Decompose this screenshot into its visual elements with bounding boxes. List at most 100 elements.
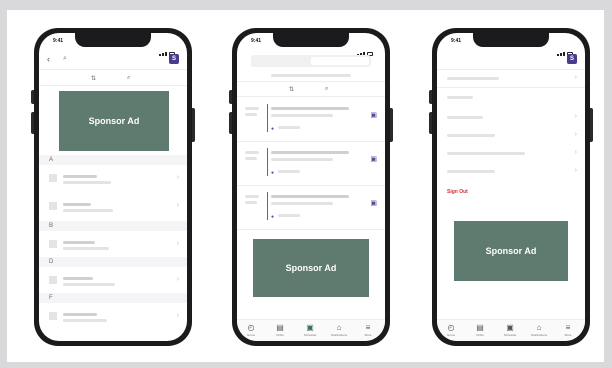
event-item[interactable]: ● ▣: [237, 101, 385, 139]
sign-out-link[interactable]: Sign Out: [447, 189, 468, 195]
placeholder-line: [63, 247, 109, 250]
phone-mute-switch: [229, 90, 232, 104]
chevron-left-icon[interactable]: ‹: [47, 53, 50, 65]
chevron-right-icon: ›: [176, 174, 179, 181]
thumbnail: [49, 202, 57, 210]
chevron-right-icon[interactable]: ›: [575, 167, 577, 174]
thumbnail: [49, 174, 57, 182]
list-item[interactable]: ›: [39, 305, 187, 329]
search-icon[interactable]: ⌕: [127, 75, 130, 82]
profile-avatar[interactable]: S: [169, 54, 179, 64]
nav-more[interactable]: ≡ More: [556, 323, 580, 337]
nav-home[interactable]: ◴ Home: [439, 323, 463, 337]
menu-icon: ≡: [365, 323, 371, 332]
placeholder-line: [245, 113, 257, 116]
section-header: F: [39, 293, 187, 303]
menu-icon: ≡: [565, 323, 571, 332]
location-pin-icon: ●: [271, 170, 275, 176]
screen: 9:41 S › › › › › Sign Out Sponsor Ad ◴ Ho…: [437, 33, 585, 341]
event-rail: [267, 148, 268, 176]
canvas: 9:41 ‹ ⌕ S ⇅ ⌕ Sponsor Ad A › › B › D › …: [7, 10, 604, 362]
nav-clubs[interactable]: ▤ Clubs: [468, 323, 492, 337]
nav-more[interactable]: ≡ More: [356, 323, 380, 337]
sort-icon[interactable]: ⇅: [91, 75, 96, 82]
phone-volume-up: [31, 112, 34, 134]
nav-notifications[interactable]: ⌂ Notifications: [527, 323, 551, 337]
placeholder-line: [271, 158, 333, 161]
nav-home[interactable]: ◴ Home: [239, 323, 263, 337]
list-item[interactable]: ›: [39, 233, 187, 257]
nav-clubs[interactable]: ▤ Clubs: [268, 323, 292, 337]
placeholder-line: [271, 114, 333, 117]
status-time: 9:41: [451, 38, 462, 44]
placeholder-line: [271, 195, 349, 198]
sponsor-ad[interactable]: Sponsor Ad: [59, 91, 169, 151]
chevron-right-icon: ›: [176, 276, 179, 283]
signal-battery-icon: [159, 38, 175, 56]
list-item[interactable]: ›: [39, 269, 187, 293]
notch: [473, 33, 549, 47]
chevron-right-icon: ›: [176, 240, 179, 247]
nav-label: Schedule: [503, 333, 517, 337]
placeholder-line: [63, 277, 93, 280]
phone-volume-up: [429, 112, 432, 134]
nav-schedule[interactable]: ▣ Schedule: [298, 323, 322, 337]
phone-directory: 9:41 ‹ ⌕ S ⇅ ⌕ Sponsor Ad A › › B › D › …: [31, 28, 195, 346]
nav-schedule[interactable]: ▣ Schedule: [498, 323, 522, 337]
profile-avatar[interactable]: S: [567, 54, 577, 64]
chevron-right-icon[interactable]: ›: [575, 74, 577, 81]
placeholder-line: [271, 107, 349, 110]
tab-active[interactable]: [311, 57, 369, 65]
calendar-icon[interactable]: ▣: [370, 111, 377, 119]
segmented-tabs[interactable]: [251, 55, 371, 67]
bottom-nav: ◴ Home ▤ Clubs ▣ Schedule ⌂ Notifications ≡ M…: [237, 319, 385, 341]
sort-icon[interactable]: ⇅: [289, 86, 294, 93]
chevron-right-icon[interactable]: ›: [575, 113, 577, 120]
event-item[interactable]: ● ▣: [237, 145, 385, 183]
calendar-icon[interactable]: ▣: [370, 155, 377, 163]
sponsor-ad[interactable]: Sponsor Ad: [454, 221, 568, 281]
location-pin-icon: ●: [271, 214, 275, 220]
divider: [437, 87, 585, 88]
phone-more: 9:41 S › › › › › Sign Out Sponsor Ad ◴ Ho…: [429, 28, 593, 346]
placeholder-line: [245, 157, 257, 160]
chevron-right-icon[interactable]: ›: [575, 131, 577, 138]
sponsor-ad[interactable]: Sponsor Ad: [253, 239, 369, 297]
nav-notifications[interactable]: ⌂ Notifications: [327, 323, 351, 337]
placeholder-line: [271, 74, 351, 77]
status-time: 9:41: [251, 38, 262, 44]
thumbnail: [49, 276, 57, 284]
placeholder-line: [63, 181, 111, 184]
phone-mute-switch: [31, 90, 34, 104]
list-item[interactable]: ›: [39, 195, 187, 219]
divider: [237, 229, 385, 230]
home-icon: ◴: [447, 323, 455, 332]
placeholder-line: [447, 116, 483, 119]
placeholder-line: [63, 313, 97, 316]
event-rail: [267, 104, 268, 132]
placeholder-line: [447, 134, 495, 137]
bell-icon: ⌂: [536, 323, 542, 332]
bell-icon: ⌂: [336, 323, 342, 332]
placeholder-line: [63, 203, 91, 206]
placeholder-line: [447, 77, 499, 80]
event-item[interactable]: ● ▣: [237, 189, 385, 227]
thumbnail: [49, 312, 57, 320]
chevron-right-icon[interactable]: ›: [575, 149, 577, 156]
placeholder-line: [245, 195, 259, 198]
bottom-nav: ◴ Home ▤ Clubs ▣ Schedule ⌂ Notifications ≡ M…: [437, 319, 585, 341]
calendar-icon[interactable]: ▣: [370, 199, 377, 207]
phone-power-button: [192, 108, 195, 142]
divider: [237, 141, 385, 142]
notch: [75, 33, 151, 47]
phone-power-button: [390, 108, 393, 142]
list-item[interactable]: ›: [39, 167, 187, 191]
search-icon[interactable]: ⌕: [63, 53, 67, 65]
nav-label: Clubs: [276, 333, 284, 337]
phone-power-button: [590, 108, 593, 142]
placeholder-line: [271, 202, 333, 205]
event-rail: [267, 192, 268, 220]
search-icon[interactable]: ⌕: [325, 86, 328, 93]
clubs-icon: ▤: [276, 323, 284, 332]
chevron-right-icon: ›: [176, 312, 179, 319]
